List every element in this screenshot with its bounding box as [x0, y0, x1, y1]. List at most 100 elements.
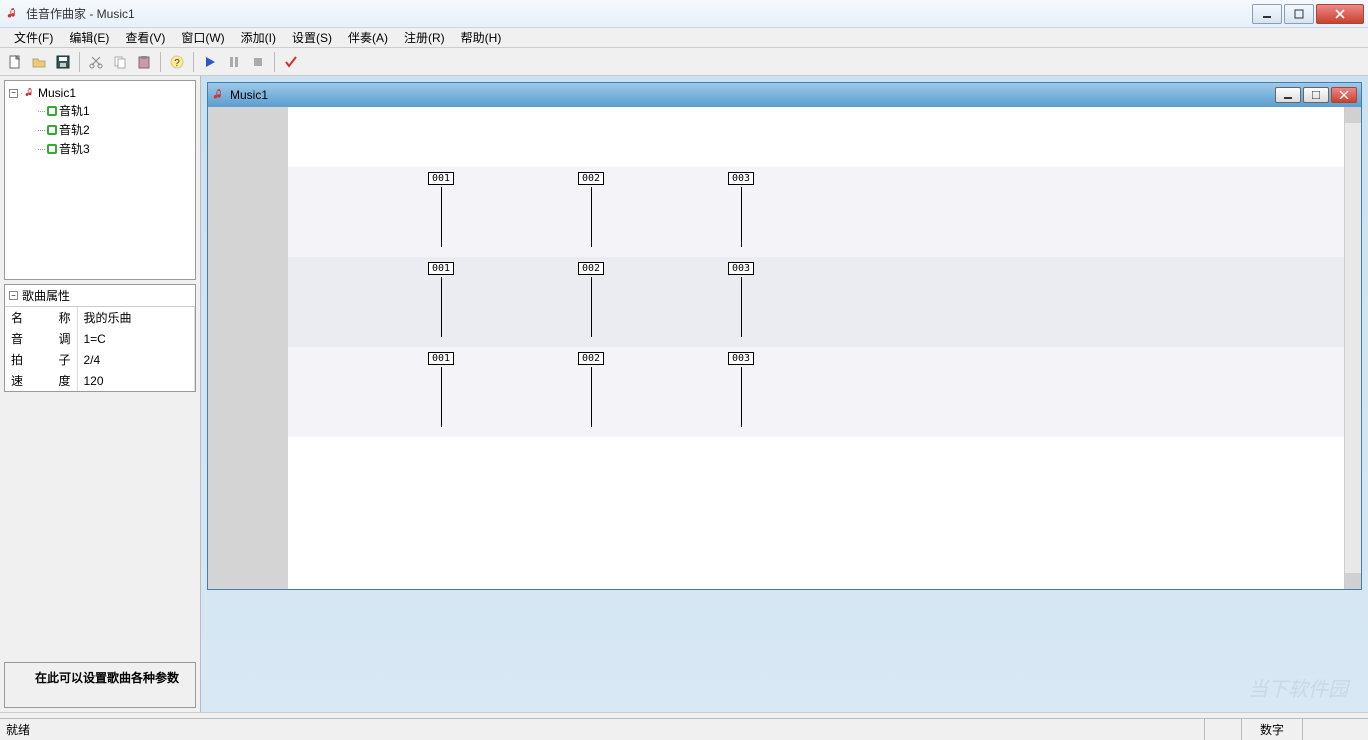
measure-mark[interactable]: 001 [428, 352, 454, 427]
menu-file[interactable]: 文件(F) [6, 27, 61, 48]
status-ready: 就绪 [6, 721, 1204, 738]
barline-icon [441, 277, 442, 337]
menu-accompaniment[interactable]: 伴奏(A) [340, 27, 396, 48]
window-controls [1250, 4, 1364, 24]
prop-label: 音 调 [5, 328, 77, 349]
barline-icon [591, 367, 592, 427]
titlebar: 佳音作曲家 - Music1 [0, 0, 1368, 28]
measure-mark[interactable]: 001 [428, 172, 454, 247]
barline-icon [591, 187, 592, 247]
measure-number: 002 [578, 352, 604, 365]
stop-button[interactable] [247, 51, 269, 73]
toolbar-separator [160, 52, 161, 72]
statusbar: 就绪 数字 [0, 718, 1368, 740]
measure-number: 002 [578, 172, 604, 185]
barline-icon [441, 187, 442, 247]
mdi-titlebar[interactable]: Music1 [208, 83, 1361, 107]
measure-mark[interactable]: 002 [578, 172, 604, 247]
prop-value: 1=C [77, 328, 195, 349]
toolbar-separator [274, 52, 275, 72]
menubar: 文件(F) 编辑(E) 查看(V) 窗口(W) 添加(I) 设置(S) 伴奏(A… [0, 28, 1368, 48]
prop-row-beat[interactable]: 拍 子2/4 [5, 349, 195, 370]
hint-panel: 在此可以设置歌曲各种参数 [4, 662, 196, 708]
tree-track-3[interactable]: ···· 音轨3 [9, 139, 191, 158]
prop-row-tempo[interactable]: 速 度120 [5, 370, 195, 391]
score-top-spacer [288, 107, 1344, 167]
copy-button[interactable] [109, 51, 131, 73]
close-button[interactable] [1316, 4, 1364, 24]
menu-view[interactable]: 查看(V) [117, 27, 173, 48]
play-button[interactable] [199, 51, 221, 73]
track-row-3[interactable]: 音轨3 001 002 003 [288, 347, 1344, 437]
tree-track-label: 音轨1 [59, 102, 90, 119]
tree-track-1[interactable]: ···· 音轨1 [9, 101, 191, 120]
minimize-button[interactable] [1252, 4, 1282, 24]
tree-root-label: Music1 [38, 86, 76, 100]
track-icon [47, 106, 57, 116]
tree-connector: ···· [37, 144, 45, 154]
maximize-button[interactable] [1284, 4, 1314, 24]
watermark: 当下软件园 [1248, 673, 1348, 702]
music-icon [24, 87, 36, 99]
track-icon [47, 125, 57, 135]
measure-number: 003 [728, 172, 754, 185]
measure-mark[interactable]: 002 [578, 262, 604, 337]
prop-label: 速 度 [5, 370, 77, 391]
measure-mark[interactable]: 003 [728, 172, 754, 247]
help-button[interactable]: ? [166, 51, 188, 73]
mdi-window: Music1 音轨1 001 002 003 [207, 82, 1362, 590]
prop-value: 2/4 [77, 349, 195, 370]
cut-button[interactable] [85, 51, 107, 73]
prop-row-key[interactable]: 音 调1=C [5, 328, 195, 349]
tree-track-label: 音轨2 [59, 121, 90, 138]
tree-panel: − · Music1 ···· 音轨1 ···· 音轨2 ···· 音轨3 [4, 80, 196, 280]
menu-edit[interactable]: 编辑(E) [61, 27, 117, 48]
properties-header[interactable]: − 歌曲属性 [5, 285, 195, 307]
sidebar-spacer [4, 396, 196, 658]
save-button[interactable] [52, 51, 74, 73]
track-row-2[interactable]: 音轨2 001 002 003 [288, 257, 1344, 347]
prop-row-name[interactable]: 名 称我的乐曲 [5, 307, 195, 328]
tree-collapse-icon[interactable]: − [9, 89, 18, 98]
menu-help[interactable]: 帮助(H) [453, 27, 510, 48]
mdi-close-button[interactable] [1331, 87, 1357, 103]
properties-panel: − 歌曲属性 名 称我的乐曲 音 调1=C 拍 子2/4 速 度120 [4, 284, 196, 392]
vertical-scrollbar[interactable] [1344, 107, 1361, 589]
prop-label: 名 称 [5, 307, 77, 328]
menu-add[interactable]: 添加(I) [233, 27, 284, 48]
measure-mark[interactable]: 002 [578, 352, 604, 427]
menu-settings[interactable]: 设置(S) [284, 27, 340, 48]
pause-button[interactable] [223, 51, 245, 73]
prop-value: 120 [77, 370, 195, 391]
measure-mark[interactable]: 003 [728, 352, 754, 427]
mdi-controls [1275, 87, 1357, 103]
window-title: 佳音作曲家 - Music1 [26, 5, 1250, 22]
menu-register[interactable]: 注册(R) [396, 27, 453, 48]
barline-icon [591, 277, 592, 337]
tree-track-label: 音轨3 [59, 140, 90, 157]
mdi-body: 音轨1 001 002 003 音轨2 001 002 003 音轨3 001 [208, 107, 1361, 589]
tree-root[interactable]: − · Music1 [9, 85, 191, 101]
toolbar-separator [193, 52, 194, 72]
tree-track-2[interactable]: ···· 音轨2 [9, 120, 191, 139]
measure-number: 003 [728, 262, 754, 275]
measure-number: 001 [428, 172, 454, 185]
new-button[interactable] [4, 51, 26, 73]
track-gutter [208, 107, 288, 589]
measure-mark[interactable]: 003 [728, 262, 754, 337]
mdi-maximize-button[interactable] [1303, 87, 1329, 103]
mdi-minimize-button[interactable] [1275, 87, 1301, 103]
paste-button[interactable] [133, 51, 155, 73]
menu-window[interactable]: 窗口(W) [173, 27, 232, 48]
measure-number: 003 [728, 352, 754, 365]
barline-icon [741, 187, 742, 247]
check-button[interactable] [280, 51, 302, 73]
collapse-icon[interactable]: − [9, 291, 18, 300]
measure-mark[interactable]: 001 [428, 262, 454, 337]
properties-table: 名 称我的乐曲 音 调1=C 拍 子2/4 速 度120 [5, 307, 195, 391]
track-row-1[interactable]: 音轨1 001 002 003 [288, 167, 1344, 257]
status-cell-empty [1204, 719, 1241, 740]
score-area[interactable]: 音轨1 001 002 003 音轨2 001 002 003 音轨3 001 [288, 107, 1344, 589]
toolbar-separator [79, 52, 80, 72]
open-button[interactable] [28, 51, 50, 73]
